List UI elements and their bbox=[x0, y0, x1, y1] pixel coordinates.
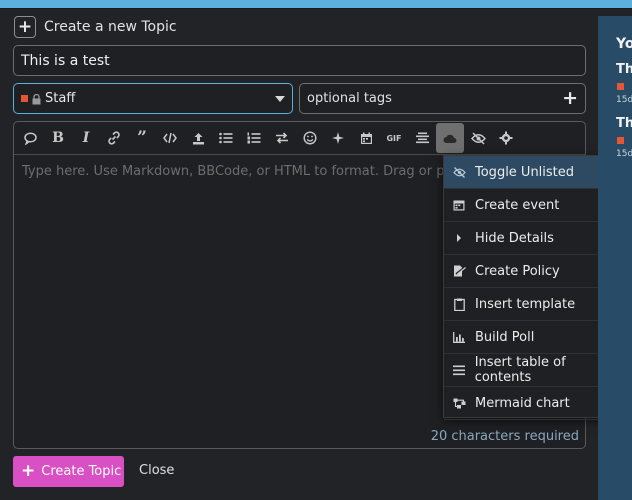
tags-chooser[interactable]: optional tags + bbox=[299, 83, 586, 114]
menu-item-insert-toc[interactable]: Insert table of contents bbox=[444, 354, 623, 387]
gif-icon[interactable]: GIF bbox=[380, 123, 408, 153]
side-panel: Yo Thi 15d Thi 15d bbox=[598, 16, 632, 500]
align-center-icon[interactable] bbox=[408, 123, 436, 153]
menu-item-label: Mermaid chart bbox=[475, 395, 570, 411]
tags-placeholder: optional tags bbox=[307, 91, 392, 106]
composer-title: Create a new Topic bbox=[44, 19, 177, 35]
side-panel-entry-meta: 15d bbox=[616, 95, 632, 105]
plus-icon: + bbox=[21, 461, 36, 481]
menu-item-label: Toggle Unlisted bbox=[475, 164, 575, 180]
chevron-down-icon bbox=[275, 95, 285, 102]
topic-title-input[interactable]: This is a test bbox=[13, 45, 586, 76]
blockquote-icon[interactable]: ” bbox=[128, 123, 156, 153]
composer-header: + Create a new Topic bbox=[14, 16, 177, 38]
eye-slash-icon bbox=[452, 165, 466, 179]
create-topic-label: Create Topic bbox=[41, 464, 122, 479]
menu-item-label: Create event bbox=[475, 197, 560, 213]
chart-bar-icon bbox=[452, 330, 466, 344]
toggle-direction-icon[interactable] bbox=[268, 123, 296, 153]
side-panel-category-swatch bbox=[617, 137, 624, 144]
side-panel-entry-title[interactable]: Thi bbox=[616, 62, 632, 77]
add-tag-icon[interactable]: + bbox=[562, 89, 578, 108]
eye-slash-toolbar-icon[interactable] bbox=[464, 123, 492, 153]
calendar-icon bbox=[452, 198, 466, 212]
menu-item-toggle-unlisted[interactable]: Toggle Unlisted bbox=[444, 156, 623, 189]
bold-icon[interactable]: B bbox=[44, 123, 72, 153]
category-color-swatch bbox=[21, 95, 28, 102]
menu-item-insert-template[interactable]: Insert template bbox=[444, 288, 623, 321]
gif-label: GIF bbox=[386, 133, 402, 143]
editor-textarea[interactable]: Type here. Use Markdown, BBCode, or HTML… bbox=[22, 164, 452, 179]
category-chooser[interactable]: Staff bbox=[13, 83, 293, 114]
emoji-icon[interactable] bbox=[296, 123, 324, 153]
file-signature-icon bbox=[452, 264, 466, 278]
menu-item-mermaid-chart[interactable]: Mermaid chart bbox=[444, 387, 623, 420]
italic-icon[interactable]: I bbox=[72, 123, 100, 153]
calendar-toolbar-icon[interactable] bbox=[352, 123, 380, 153]
lock-icon bbox=[32, 93, 42, 105]
menu-item-label: Create Policy bbox=[475, 263, 560, 279]
toolbar-options-dropdown: Toggle Unlisted Create event Hide Detail… bbox=[443, 155, 624, 420]
side-panel-entry-title[interactable]: Thi bbox=[616, 116, 632, 131]
sparkle-ai-icon[interactable] bbox=[324, 123, 352, 153]
gear-icon[interactable] bbox=[492, 123, 520, 153]
clipboard-icon bbox=[452, 297, 466, 311]
list-icon bbox=[452, 363, 466, 377]
bullet-list-icon[interactable] bbox=[212, 123, 240, 153]
menu-item-create-event[interactable]: Create event bbox=[444, 189, 623, 222]
quote-bubble-icon[interactable] bbox=[16, 123, 44, 153]
side-panel-category-swatch bbox=[617, 83, 624, 90]
link-icon[interactable] bbox=[100, 123, 128, 153]
side-panel-entry-meta: 15d bbox=[616, 149, 632, 159]
characters-required-note: 20 characters required bbox=[430, 429, 579, 444]
upload-icon[interactable] bbox=[184, 123, 212, 153]
close-button[interactable]: Close bbox=[139, 463, 174, 478]
create-topic-button[interactable]: + Create Topic bbox=[13, 456, 124, 487]
menu-item-label: Insert template bbox=[475, 296, 576, 312]
caret-right-icon bbox=[452, 231, 466, 245]
editor-toolbar: B I ” GIF bbox=[14, 122, 585, 154]
category-name: Staff bbox=[45, 91, 76, 106]
cloud-options-icon[interactable] bbox=[436, 123, 464, 153]
top-accent-bar bbox=[0, 0, 632, 8]
menu-item-label: Hide Details bbox=[475, 230, 554, 246]
numbered-list-icon[interactable] bbox=[240, 123, 268, 153]
code-icon[interactable] bbox=[156, 123, 184, 153]
menu-item-label: Build Poll bbox=[475, 329, 535, 345]
menu-item-hide-details[interactable]: Hide Details bbox=[444, 222, 623, 255]
menu-item-create-policy[interactable]: Create Policy bbox=[444, 255, 623, 288]
menu-item-build-poll[interactable]: Build Poll bbox=[444, 321, 623, 354]
new-topic-plus-icon: + bbox=[14, 16, 36, 38]
top-bar-divider bbox=[0, 8, 632, 9]
side-panel-heading: Yo bbox=[616, 36, 632, 52]
diagram-icon bbox=[452, 396, 466, 410]
